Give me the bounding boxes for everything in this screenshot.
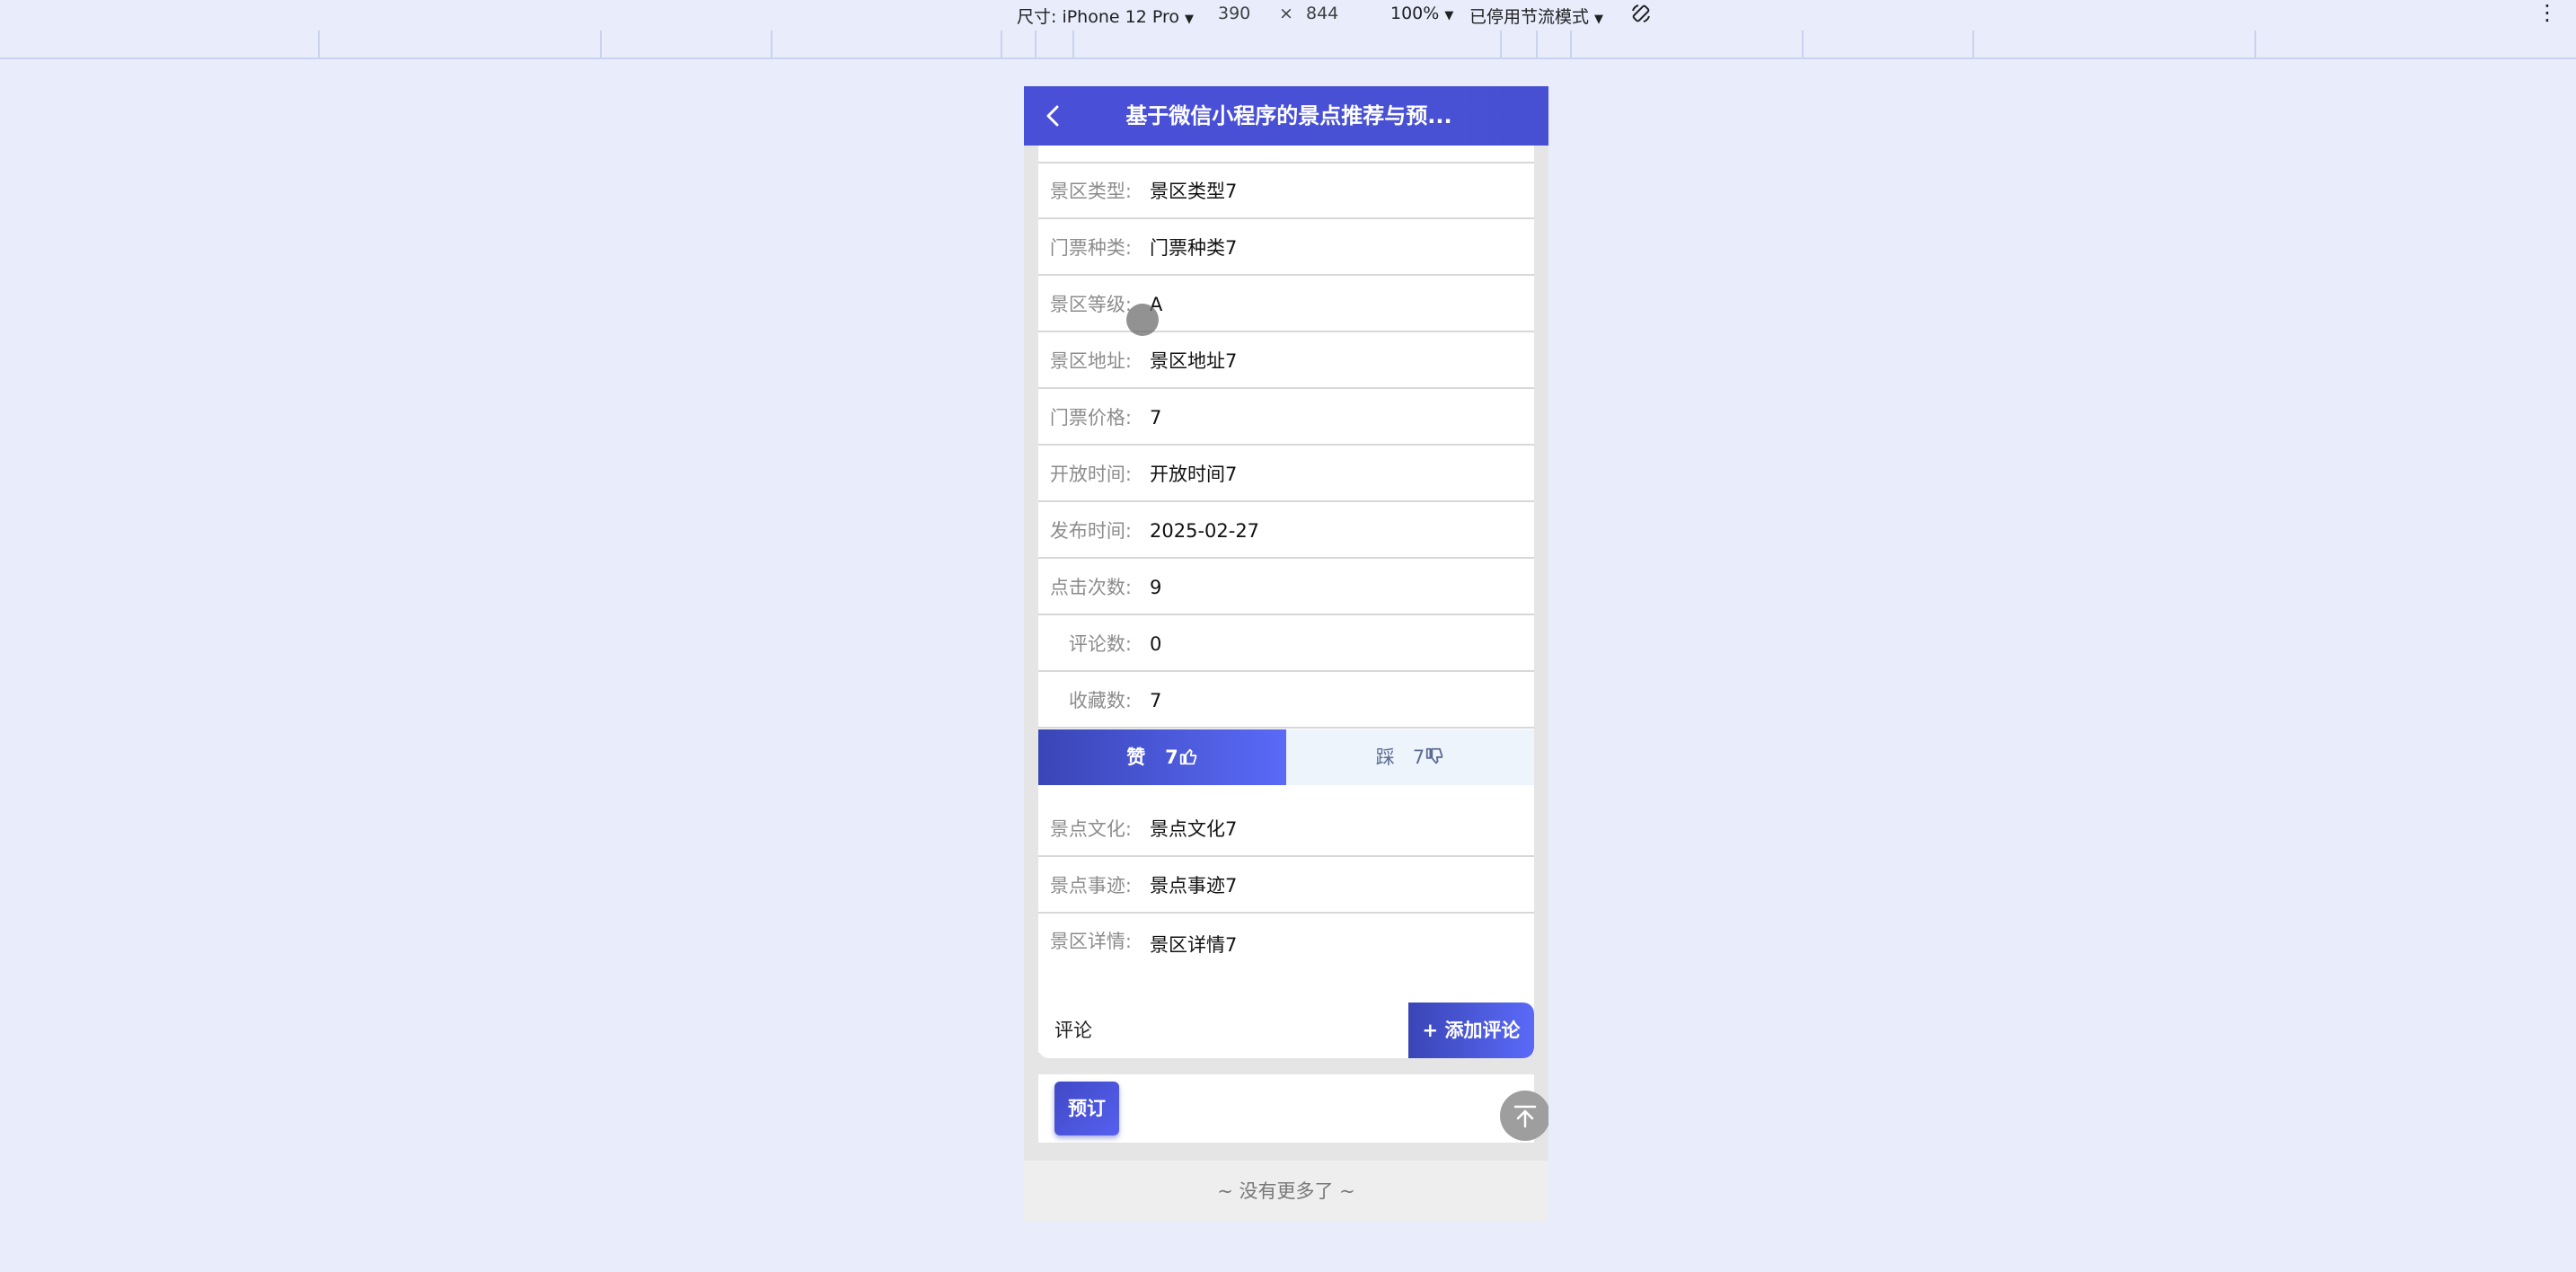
detail-label: 景区地址: (1049, 350, 1132, 372)
detail-row: 景区地址: 景区地址7 (1038, 333, 1534, 389)
ruler-tick (1570, 31, 1572, 57)
detail-value: 开放时间7 (1150, 464, 1238, 485)
zoom-value: 100% (1390, 4, 1440, 23)
detail-label: 开放时间: (1049, 464, 1132, 485)
like-label: 赞 (1126, 746, 1146, 768)
detail-label: 门票价格: (1049, 407, 1132, 428)
detail-label: 评论数: (1068, 633, 1132, 655)
detail-value: 景区地址7 (1150, 350, 1238, 372)
ruler-tick (1001, 31, 1002, 57)
ruler-tick (1072, 31, 1074, 57)
device-label: 尺寸: iPhone 12 Pro (1017, 7, 1179, 27)
detail-value: 2025-02-27 (1150, 520, 1260, 542)
zoom-selector[interactable]: 100% ▼ (1390, 4, 1453, 23)
ruler-tick (1035, 31, 1037, 57)
more-options-icon[interactable]: ⋮ (2536, 2, 2558, 23)
detail-label: 景区等级: (1049, 294, 1132, 315)
like-count: 7 (1165, 746, 1178, 768)
throttle-selector[interactable]: 已停用节流模式 ▼ (1469, 4, 1603, 28)
devtools-toolbar: 尺寸: iPhone 12 Pro ▼ 390 × 844 100% ▼ 已停用节流… (0, 0, 2576, 30)
detail-label: 门票种类: (1049, 237, 1132, 259)
book-button[interactable]: 预订 (1054, 1082, 1119, 1135)
ruler-tick (600, 31, 602, 57)
ruler-tick (2254, 31, 2256, 57)
extra-row: 景区详情: 景区详情7 (1038, 914, 1534, 976)
device-selector[interactable]: 尺寸: iPhone 12 Pro ▼ (1017, 4, 1194, 28)
times-symbol: × (1279, 4, 1293, 23)
detail-row: 点击次数: 9 (1038, 560, 1534, 615)
detail-value: 7 (1150, 690, 1162, 711)
extra-label: 景点文化: (1049, 818, 1132, 840)
detail-label: 景区类型: (1049, 181, 1132, 202)
detail-value: 7 (1150, 407, 1162, 428)
ruler-tick (1500, 31, 1502, 57)
detail-row: 开放时间: 开放时间7 (1038, 446, 1534, 502)
detail-card: 景区类型: 景区类型7 门票种类: 门票种类7 景区等级: A 景区地址: 景区… (1038, 146, 1534, 1053)
add-comment-button[interactable]: + 添加评论 (1408, 1003, 1534, 1058)
throttle-value: 已停用节流模式 (1469, 7, 1590, 27)
detail-row: 发布时间: 2025-02-27 (1038, 503, 1534, 559)
ruler-tick (771, 31, 772, 57)
dislike-label: 踩 (1375, 746, 1395, 768)
dislike-count: 7 (1412, 746, 1425, 768)
arrow-up-icon (1513, 1105, 1537, 1128)
row-partial (1038, 146, 1534, 163)
detail-value: 0 (1150, 633, 1162, 655)
back-to-top-button[interactable] (1500, 1091, 1548, 1141)
media-query-ruler (0, 31, 2576, 59)
rotate-icon[interactable] (1630, 3, 1652, 24)
detail-row: 门票价格: 7 (1038, 390, 1534, 446)
detail-label: 发布时间: (1049, 520, 1132, 542)
extra-value: 景区详情7 (1150, 934, 1238, 956)
caret-down-icon: ▼ (1594, 13, 1604, 26)
detail-value: 9 (1150, 577, 1162, 598)
detail-value: 门票种类7 (1150, 237, 1238, 259)
detail-label: 点击次数: (1049, 577, 1132, 598)
touch-cursor (1126, 304, 1159, 336)
back-icon[interactable] (1040, 102, 1067, 129)
ruler-tick (1972, 31, 1974, 57)
vote-bar: 赞 7 踩 7 (1038, 729, 1534, 785)
detail-row: 评论数: 0 (1038, 616, 1534, 672)
like-button[interactable]: 赞 7 (1038, 729, 1286, 785)
ruler-tick (1802, 31, 1804, 57)
comment-section: 评论 + 添加评论 (1038, 1003, 1534, 1058)
extra-row: 景点事迹: 景点事迹7 (1038, 858, 1534, 914)
detail-row: 收藏数: 7 (1038, 673, 1534, 729)
height-input[interactable]: 844 (1306, 4, 1338, 23)
ruler-tick (318, 31, 320, 57)
extra-label: 景区详情: (1049, 931, 1132, 952)
no-more-footer: ~ 没有更多了 ~ (1024, 1161, 1548, 1222)
ruler-tick (1536, 31, 1538, 57)
navbar: 基于微信小程序的景点推荐与预... (1024, 86, 1548, 146)
extra-value: 景点事迹7 (1150, 875, 1238, 897)
caret-down-icon: ▼ (1184, 13, 1194, 26)
page-title: 基于微信小程序的景点推荐与预... (1125, 103, 1452, 128)
dislike-button[interactable]: 踩 7 (1286, 729, 1534, 785)
detail-row: 门票种类: 门票种类7 (1038, 220, 1534, 276)
action-bar: 预订 (1038, 1074, 1548, 1143)
extra-row: 景点文化: 景点文化7 (1038, 801, 1534, 857)
caret-down-icon: ▼ (1444, 9, 1454, 22)
detail-row: 景区等级: A (1038, 277, 1534, 332)
detail-row: 景区类型: 景区类型7 (1038, 163, 1534, 219)
phone-viewport: 基于微信小程序的景点推荐与预... 景区类型: 景区类型7 门票种类: 门票种类… (1024, 86, 1548, 1222)
extra-value: 景点文化7 (1150, 818, 1238, 840)
extra-label: 景点事迹: (1049, 875, 1132, 897)
detail-value: 景区类型7 (1150, 181, 1238, 202)
thumbs-up-icon (1179, 748, 1196, 765)
width-input[interactable]: 390 (1218, 4, 1250, 23)
detail-label: 收藏数: (1068, 690, 1132, 711)
comment-label: 评论 (1054, 1020, 1092, 1041)
thumbs-down-icon (1426, 747, 1443, 764)
